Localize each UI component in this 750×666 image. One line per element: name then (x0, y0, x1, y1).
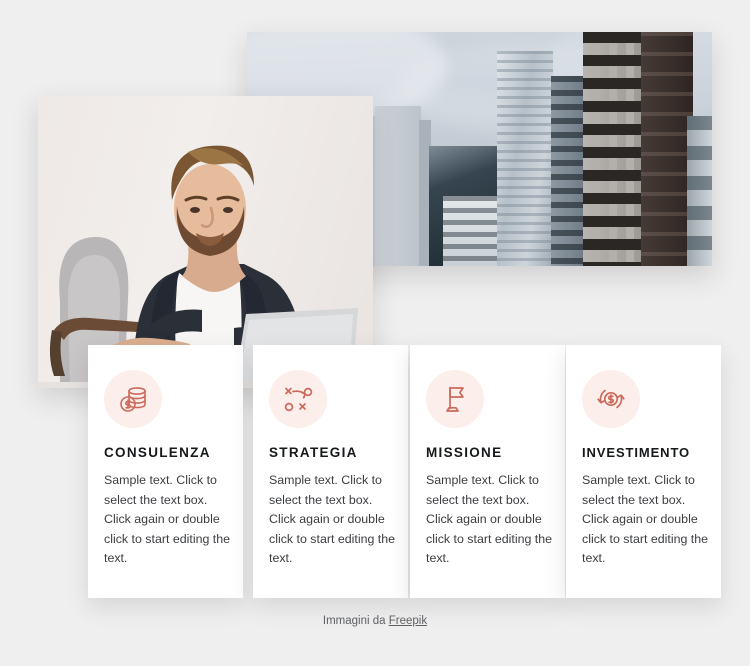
money-refresh-icon (582, 370, 640, 428)
card-title: MISSIONE (426, 445, 503, 460)
card-body-text: Sample text. Click to select the text bo… (582, 473, 709, 565)
window-grid (583, 32, 643, 266)
page-root: CONSULENZA Sample text. Click to select … (0, 0, 750, 666)
image-credit-prefix: Immagini da (322, 615, 389, 627)
window-grid (641, 32, 693, 266)
window-grid (443, 196, 501, 266)
building-shape (443, 196, 501, 266)
strategy-playbook-icon (269, 370, 327, 428)
building-shape (551, 76, 585, 266)
feature-card-strategia[interactable]: STRATEGIA Sample text. Click to select t… (253, 345, 408, 598)
building-shape (375, 106, 421, 266)
building-shape (583, 32, 643, 266)
card-title: CONSULENZA (104, 445, 211, 460)
flag-icon (426, 370, 484, 428)
card-title: INVESTIMENTO (582, 445, 691, 460)
eye-right (223, 207, 233, 213)
feature-card-missione[interactable]: MISSIONE Sample text. Click to select th… (410, 345, 565, 598)
coins-stack-icon (104, 370, 162, 428)
window-grid (687, 116, 712, 266)
building-shape (641, 32, 693, 266)
card-body-text: Sample text. Click to select the text bo… (104, 473, 231, 565)
window-grid (497, 51, 553, 266)
image-credit: Immagini da Freepik (0, 615, 750, 627)
card-body-text: Sample text. Click to select the text bo… (426, 473, 553, 565)
feature-card-investimento[interactable]: INVESTIMENTO Sample text. Click to selec… (566, 345, 721, 598)
feature-card-consulenza[interactable]: CONSULENZA Sample text. Click to select … (88, 345, 243, 598)
building-shape (497, 51, 553, 266)
building-shape (687, 116, 712, 266)
freepik-link[interactable]: Freepik (389, 615, 427, 627)
window-grid (551, 76, 585, 266)
card-title: STRATEGIA (269, 445, 358, 460)
eye-left (190, 207, 200, 213)
card-body-text: Sample text. Click to select the text bo… (269, 473, 396, 565)
